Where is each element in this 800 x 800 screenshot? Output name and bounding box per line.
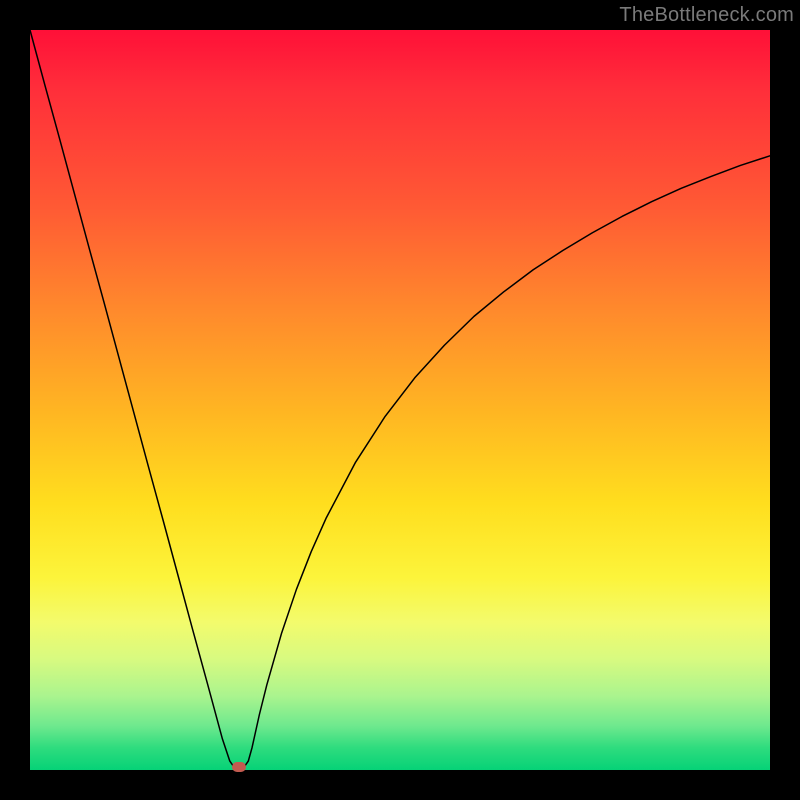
watermark-text: TheBottleneck.com xyxy=(619,4,794,27)
chart-stage: TheBottleneck.com xyxy=(0,0,800,800)
bottleneck-curve-path xyxy=(30,30,770,769)
plot-area xyxy=(30,30,770,770)
curve-layer xyxy=(30,30,770,770)
min-point-marker xyxy=(232,762,246,772)
